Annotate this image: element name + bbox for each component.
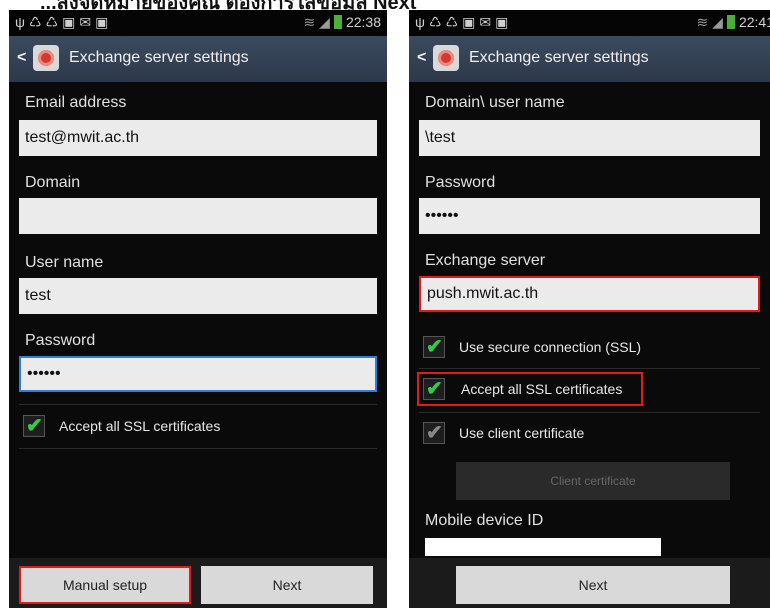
accept-ssl-checkbox-row[interactable]: ✔ Accept all SSL certificates [17, 409, 377, 443]
next-button[interactable]: Next [201, 566, 373, 604]
exchange-app-icon[interactable] [433, 45, 459, 71]
domain-field[interactable] [19, 198, 377, 234]
divider [19, 404, 377, 405]
exchange-server-label: Exchange server [425, 252, 546, 269]
mobile-id-label: Mobile device ID [425, 512, 544, 529]
signal-icon: ◢ [712, 14, 723, 30]
action-bar: < Exchange server settings [9, 36, 387, 82]
image-icon: ▣ [462, 14, 480, 30]
email-label: Email address [25, 94, 127, 111]
notification-icons: ψ♺♺▣✉▣ [415, 14, 512, 31]
mobile-id-field[interactable] [425, 538, 661, 556]
status-bar: ψ♺♺▣✉▣ ≋ ◢ 22:38 [9, 10, 387, 36]
password-field[interactable]: •••••• [419, 198, 760, 234]
back-chevron-icon[interactable]: < [17, 49, 26, 67]
image-icon: ▣ [95, 14, 113, 30]
usb-icon: ψ [415, 14, 429, 30]
domain-label: Domain [25, 174, 81, 191]
accept-ssl-label: Accept all SSL certificates [59, 418, 221, 434]
username-label: User name [25, 254, 104, 271]
divider [419, 412, 760, 413]
password-field[interactable]: •••••• [19, 356, 377, 392]
username-field[interactable]: test [19, 278, 377, 314]
battery-icon [726, 15, 735, 29]
domain-user-field[interactable]: \test [419, 120, 760, 156]
status-time: 22:38 [345, 14, 381, 30]
bottom-button-bar: Next [409, 558, 770, 608]
manual-setup-button[interactable]: Manual setup [19, 566, 191, 604]
checkmark-icon: ✔ [426, 378, 443, 400]
accept-ssl-label: Accept all SSL certificates [461, 381, 623, 397]
top-caption: ...ส่งจดหมายของคุณ ต้องการใส่ข้อมูล Next [40, 0, 416, 10]
divider [19, 448, 377, 449]
client-certificate-button[interactable]: Client certificate [456, 462, 730, 500]
accept-ssl-checkbox-row[interactable]: ✔ Accept all SSL certificates [417, 372, 643, 406]
image-icon: ▣ [62, 14, 80, 30]
secure-connection-checkbox[interactable]: ✔ [423, 336, 445, 358]
recycle-icon: ♺ [28, 14, 46, 30]
notification-icons: ψ♺♺▣✉▣ [15, 14, 112, 31]
back-chevron-icon[interactable]: < [417, 49, 426, 67]
secure-connection-checkbox-row[interactable]: ✔ Use secure connection (SSL) [417, 330, 760, 364]
mail-icon: ✉ [79, 14, 96, 30]
accept-ssl-checkbox[interactable]: ✔ [23, 415, 45, 437]
checkmark-icon: ✔ [426, 336, 443, 358]
status-time: 22:41 [738, 14, 770, 30]
wifi-icon: ≋ [696, 14, 709, 30]
exchange-server-field[interactable]: push.mwit.ac.th [419, 276, 760, 312]
secure-connection-label: Use secure connection (SSL) [459, 339, 642, 355]
password-label: Password [425, 174, 496, 191]
wifi-icon: ≋ [303, 14, 316, 30]
image-icon: ▣ [495, 14, 513, 30]
accept-ssl-checkbox[interactable]: ✔ [423, 378, 445, 400]
bottom-button-bar: Manual setup Next [9, 558, 387, 608]
phone-screen-right: ψ♺♺▣✉▣ ≋◢22:41 < Exchange server setting… [409, 10, 770, 608]
checkmark-icon: ✔ [26, 415, 43, 437]
top-caption-strip: ...ส่งจดหมายของคุณ ต้องการใส่ข้อมูล Next [0, 0, 770, 10]
next-button[interactable]: Next [456, 566, 730, 604]
recycle-icon: ♺ [428, 14, 446, 30]
email-field[interactable]: test@mwit.ac.th [19, 120, 377, 156]
system-icons: ≋ ◢ 22:38 [303, 14, 381, 31]
password-label: Password [25, 332, 96, 349]
recycle-icon: ♺ [45, 14, 63, 30]
screen-title: Exchange server settings [469, 49, 649, 66]
client-cert-checkbox[interactable]: ✔ [423, 422, 445, 444]
mail-icon: ✉ [479, 14, 496, 30]
signal-icon: ◢ [319, 14, 330, 30]
system-icons: ≋◢ 22:41 [696, 14, 770, 31]
status-bar: ψ♺♺▣✉▣ ≋◢22:41 [409, 10, 770, 36]
checkmark-icon: ✔ [426, 422, 443, 444]
battery-icon [333, 15, 342, 29]
divider [419, 368, 760, 369]
client-cert-checkbox-row[interactable]: ✔ Use client certificate [417, 416, 760, 450]
phone-screen-left: ψ♺♺▣✉▣ ≋ ◢ 22:38 < Exchange server setting… [9, 10, 387, 608]
usb-icon: ψ [15, 14, 29, 30]
recycle-icon: ♺ [445, 14, 463, 30]
domain-user-label: Domain\ user name [425, 94, 565, 111]
action-bar: < Exchange server settings [409, 36, 770, 82]
exchange-app-icon[interactable] [33, 45, 59, 71]
screen-title: Exchange server settings [69, 49, 249, 66]
client-cert-label: Use client certificate [459, 425, 585, 441]
